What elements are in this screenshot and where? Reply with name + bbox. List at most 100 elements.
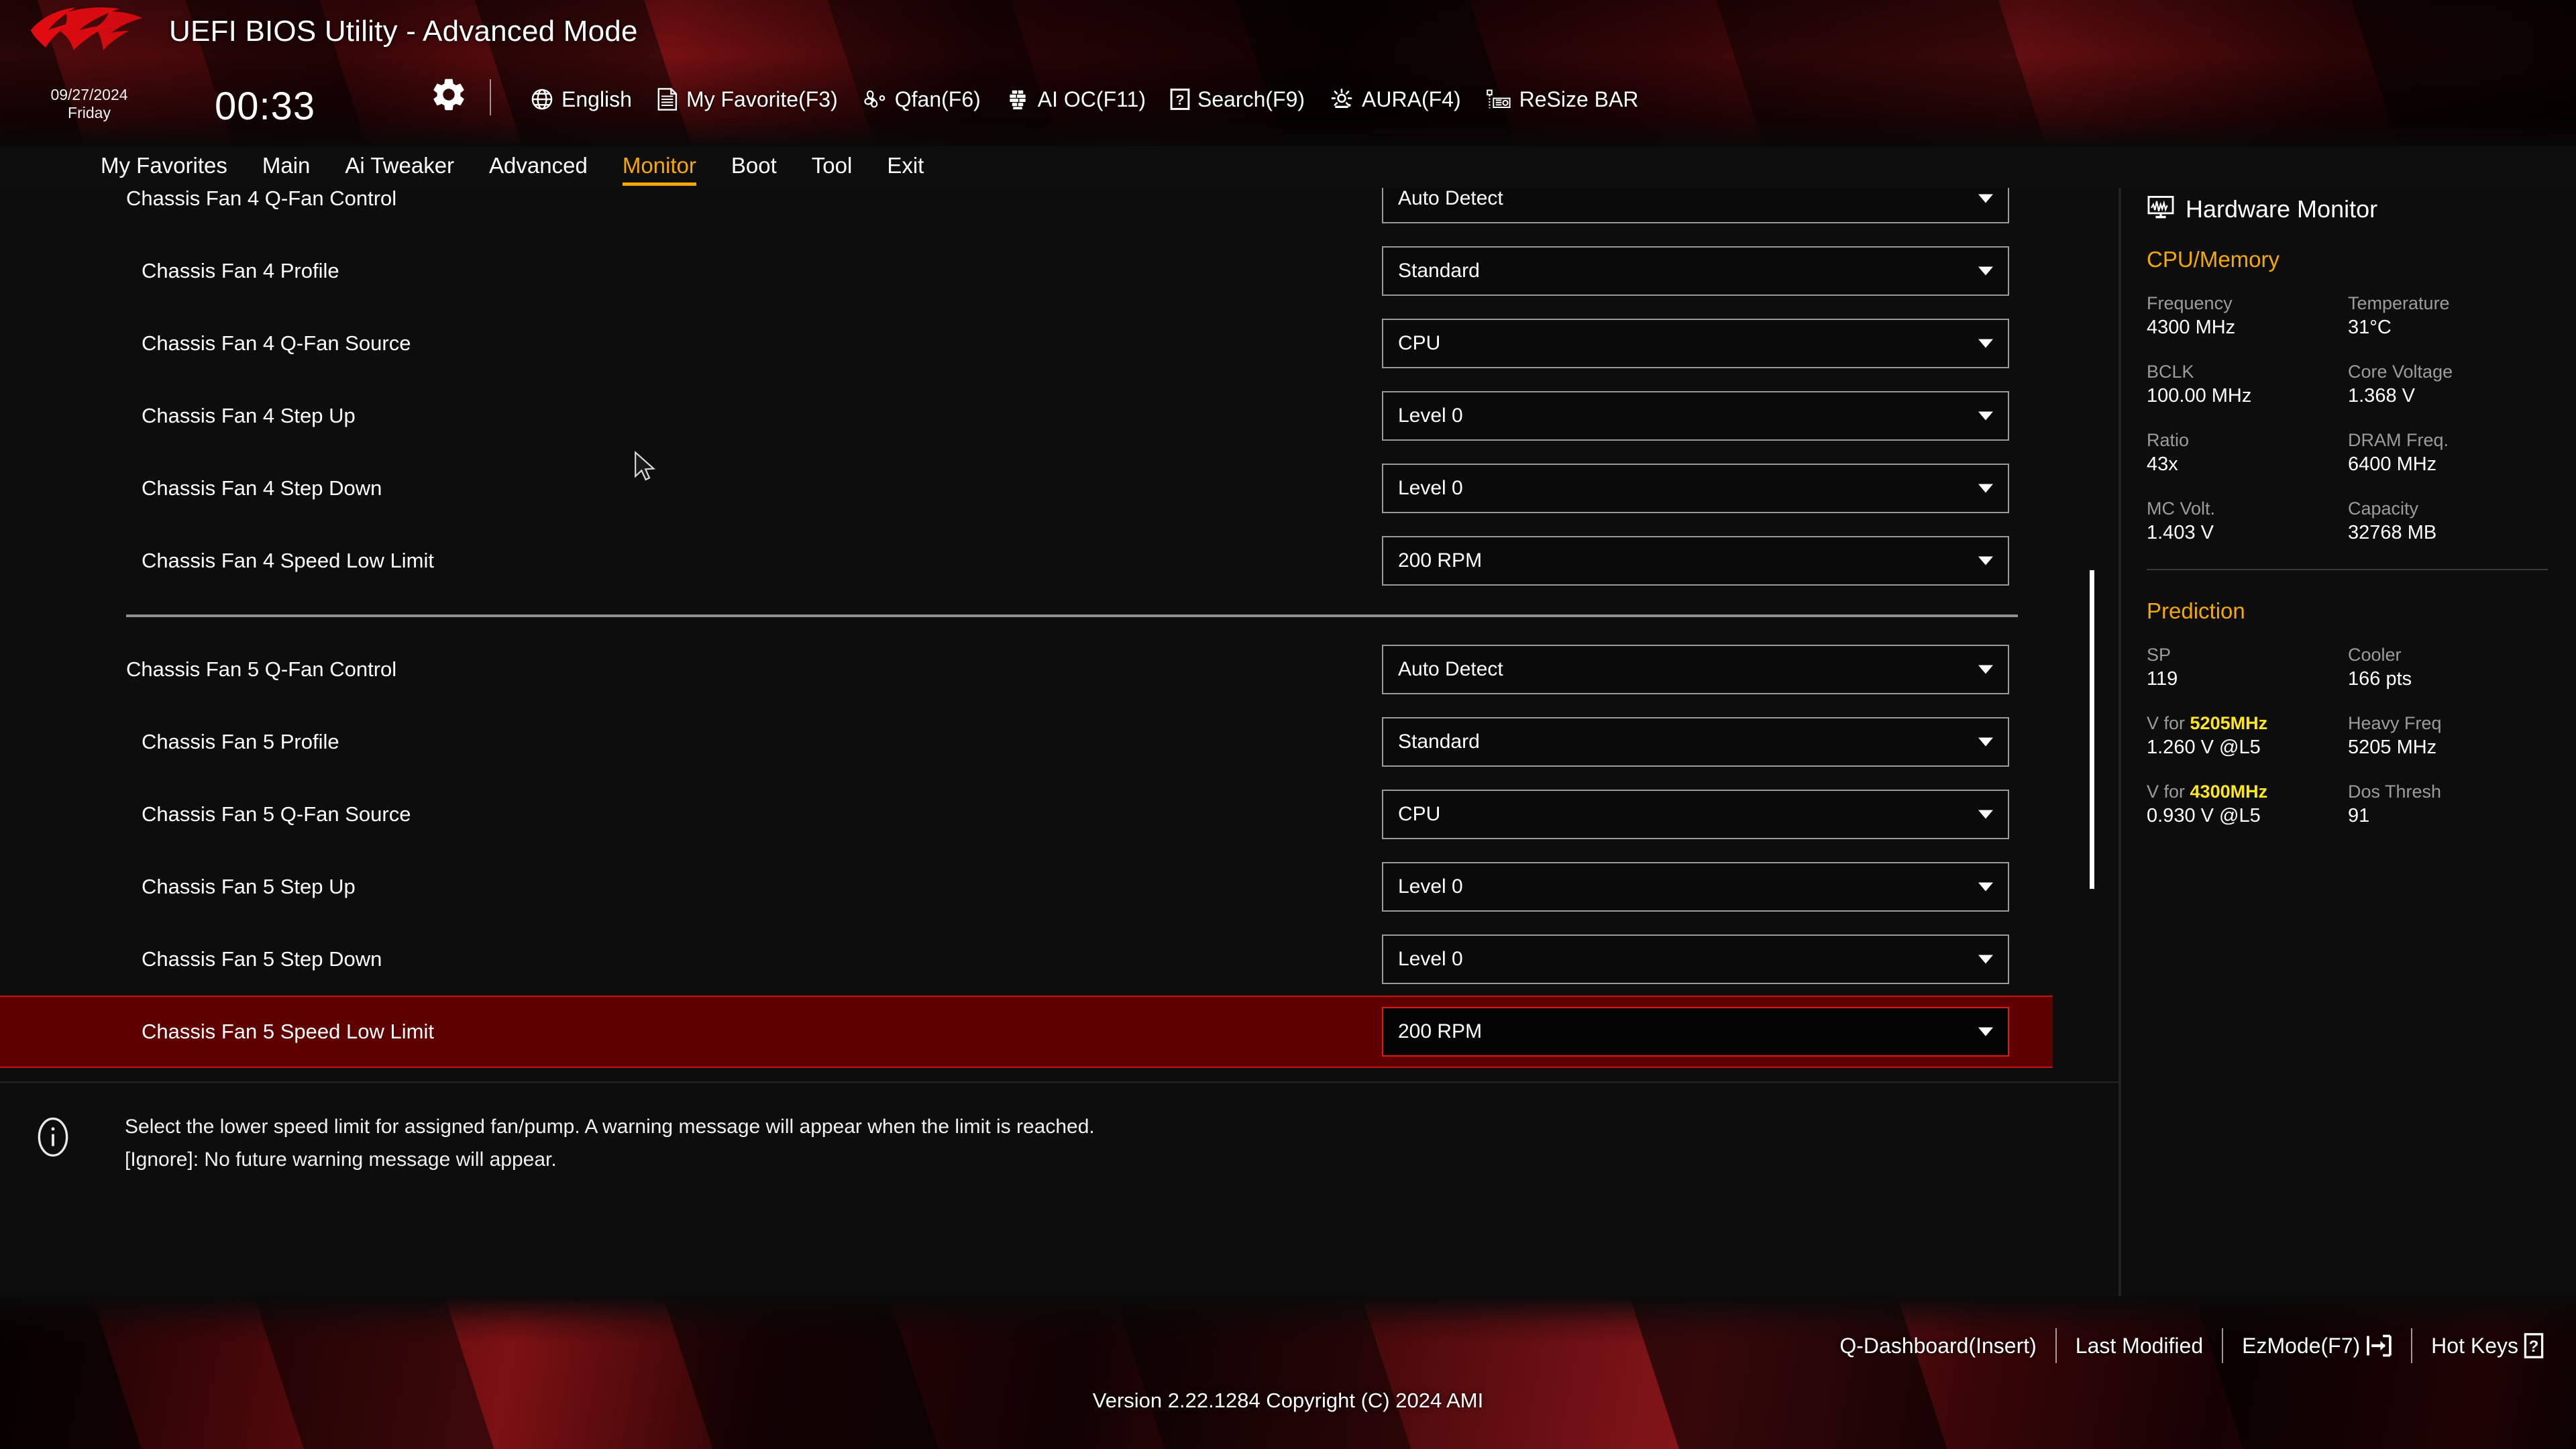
- dropdown-value: Auto Detect: [1398, 188, 1503, 209]
- tab-monitor[interactable]: Monitor: [622, 153, 696, 186]
- language-label: English: [561, 87, 632, 111]
- settings-row[interactable]: Chassis Fan 5 Speed Low Limit 200 RPM: [0, 996, 2053, 1068]
- setting-dropdown[interactable]: Level 0: [1382, 862, 2009, 912]
- document-icon: [656, 87, 679, 111]
- header-toolbar: English My Favorite(F3) Qfan(F6) AI OC(F…: [530, 80, 1662, 118]
- chevron-down-icon: [1978, 266, 1993, 276]
- settings-row[interactable]: Chassis Fan 4 Profile Standard: [0, 235, 2053, 307]
- setting-dropdown[interactable]: Level 0: [1382, 391, 2009, 441]
- hwm-metric-value: 166 pts: [2348, 667, 2412, 690]
- tab-advanced[interactable]: Advanced: [489, 153, 588, 182]
- setting-dropdown[interactable]: Auto Detect: [1382, 645, 2009, 694]
- footer-link-hot-keys[interactable]: Hot Keys?: [2431, 1332, 2544, 1359]
- setting-dropdown[interactable]: CPU: [1382, 790, 2009, 839]
- chevron-down-icon: [1978, 1027, 1993, 1036]
- setting-dropdown[interactable]: CPU: [1382, 319, 2009, 368]
- exit-arrow-icon: [2365, 1333, 2392, 1358]
- setting-dropdown[interactable]: 200 RPM: [1382, 1007, 2009, 1057]
- dropdown-value: Level 0: [1398, 477, 1463, 499]
- hwm-metric-key: BCLK: [2147, 362, 2194, 382]
- settings-rows: Chassis Fan 4 Q-Fan Control Auto Detect Ch…: [0, 188, 2120, 1068]
- setting-label: Chassis Fan 4 Step Up: [142, 404, 356, 427]
- hwm-metric-key-highlight: 5205MHz: [2190, 713, 2268, 733]
- settings-row[interactable]: Chassis Fan 4 Q-Fan Source CPU: [0, 307, 2053, 380]
- content-scrollbar[interactable]: [2088, 188, 2097, 1080]
- settings-row[interactable]: Chassis Fan 4 Q-Fan Control Auto Detect: [0, 188, 2053, 235]
- setting-label: Chassis Fan 4 Q-Fan Control: [126, 188, 397, 210]
- hwm-metric: V for 5205MHz 1.260 V @L5: [2147, 712, 2348, 759]
- footer-link-ezmode-f7[interactable]: EzMode(F7): [2242, 1333, 2392, 1358]
- dropdown-value: Level 0: [1398, 405, 1463, 427]
- aura-label: AURA(F4): [1362, 87, 1461, 111]
- search-button[interactable]: ? Search(F9): [1170, 87, 1305, 112]
- chevron-down-icon: [1978, 882, 1993, 892]
- aura-button[interactable]: AURA(F4): [1329, 87, 1461, 112]
- hwm-metric-key: Heavy Freq: [2348, 713, 2442, 733]
- footer-link-label: Hot Keys: [2431, 1333, 2518, 1358]
- setting-dropdown[interactable]: Auto Detect: [1382, 188, 2009, 223]
- settings-row[interactable]: Chassis Fan 4 Speed Low Limit 200 RPM: [0, 525, 2053, 597]
- hwm-metric-value: 100.00 MHz: [2147, 384, 2252, 407]
- chevron-down-icon: [1978, 194, 1993, 203]
- dropdown-value: Standard: [1398, 260, 1480, 282]
- resize-bar-button[interactable]: ReSize BAR: [1485, 87, 1638, 112]
- gear-icon[interactable]: [429, 75, 468, 114]
- hardware-monitor-panel: Hardware Monitor CPU/Memory Frequency 4300…: [2121, 188, 2576, 1296]
- settings-row[interactable]: Chassis Fan 5 Step Up Level 0: [0, 851, 2053, 923]
- hwm-metric-value: 0.930 V @L5: [2147, 804, 2261, 826]
- hwm-pair: MC Volt. 1.403 V Capacity 32768 MB: [2147, 498, 2549, 545]
- hwm-section-title: CPU/Memory: [2147, 247, 2280, 272]
- hwm-metric: DRAM Freq. 6400 MHz: [2348, 429, 2549, 476]
- settings-row[interactable]: Chassis Fan 5 Step Down Level 0: [0, 923, 2053, 996]
- setting-dropdown[interactable]: Level 0: [1382, 934, 2009, 984]
- footer-link-label: Last Modified: [2075, 1333, 2204, 1358]
- question-box-icon: ?: [1170, 87, 1190, 111]
- setting-label: Chassis Fan 5 Speed Low Limit: [142, 1020, 434, 1043]
- dropdown-value: CPU: [1398, 332, 1441, 354]
- svg-text:?: ?: [1176, 93, 1185, 108]
- settings-row[interactable]: Chassis Fan 5 Profile Standard: [0, 706, 2053, 778]
- hwm-pair: Frequency 4300 MHz Temperature 31°C: [2147, 292, 2549, 339]
- settings-row[interactable]: Chassis Fan 4 Step Down Level 0: [0, 452, 2053, 525]
- clock-display: 00:33: [215, 85, 316, 128]
- setting-dropdown[interactable]: Standard: [1382, 717, 2009, 767]
- tab-boot[interactable]: Boot: [731, 153, 777, 182]
- footer-link-last-modified[interactable]: Last Modified: [2076, 1334, 2203, 1358]
- chevron-down-icon: [1978, 737, 1993, 747]
- hwm-metric-key: Cooler: [2348, 645, 2402, 665]
- hardware-monitor-title: Hardware Monitor: [2147, 195, 2377, 223]
- setting-label: Chassis Fan 4 Q-Fan Source: [142, 331, 411, 355]
- language-button[interactable]: English: [530, 87, 632, 112]
- settings-row[interactable]: Chassis Fan 5 Q-Fan Control Auto Detect: [0, 633, 2053, 706]
- tab-tool[interactable]: Tool: [812, 153, 853, 182]
- setting-dropdown[interactable]: Standard: [1382, 246, 2009, 296]
- ai-oc-button[interactable]: AI OC(F11): [1005, 87, 1146, 112]
- chevron-down-icon: [1978, 339, 1993, 348]
- tab-my-favorites[interactable]: My Favorites: [101, 153, 227, 182]
- setting-dropdown[interactable]: Level 0: [1382, 464, 2009, 513]
- tab-ai-tweaker[interactable]: Ai Tweaker: [345, 153, 454, 182]
- setting-label: Chassis Fan 5 Step Down: [142, 947, 382, 971]
- hwm-metric-value: 4300 MHz: [2147, 316, 2236, 338]
- setting-label: Chassis Fan 4 Profile: [142, 259, 339, 282]
- setting-label: Chassis Fan 5 Q-Fan Source: [142, 802, 411, 826]
- hwm-metric: Frequency 4300 MHz: [2147, 292, 2348, 339]
- setting-label: Chassis Fan 4 Speed Low Limit: [142, 549, 434, 572]
- qfan-button[interactable]: Qfan(F6): [862, 87, 981, 112]
- hwm-metric-value: 119: [2147, 667, 2178, 690]
- footer-links: Q-Dashboard(Insert) Last Modified EzMode(F…: [1839, 1328, 2544, 1363]
- scrollbar-thumb[interactable]: [2090, 570, 2094, 889]
- hwm-metric-key: MC Volt.: [2147, 498, 2216, 519]
- settings-row[interactable]: Chassis Fan 4 Step Up Level 0: [0, 380, 2053, 452]
- hwm-metric-value: 31°C: [2348, 316, 2392, 338]
- setting-dropdown[interactable]: 200 RPM: [1382, 536, 2009, 586]
- settings-row[interactable]: Chassis Fan 5 Q-Fan Source CPU: [0, 778, 2053, 851]
- dropdown-value: Standard: [1398, 731, 1480, 753]
- my-favorite-button[interactable]: My Favorite(F3): [656, 87, 838, 112]
- version-text: Version 2.22.1284 Copyright (C) 2024 AMI: [1092, 1389, 1484, 1412]
- hwm-metric-key: Frequency: [2147, 293, 2233, 313]
- chevron-down-icon: [1978, 665, 1993, 674]
- tab-main[interactable]: Main: [262, 153, 311, 182]
- tab-exit[interactable]: Exit: [887, 153, 924, 182]
- footer-link-q-dashboard-insert[interactable]: Q-Dashboard(Insert): [1839, 1334, 2036, 1358]
